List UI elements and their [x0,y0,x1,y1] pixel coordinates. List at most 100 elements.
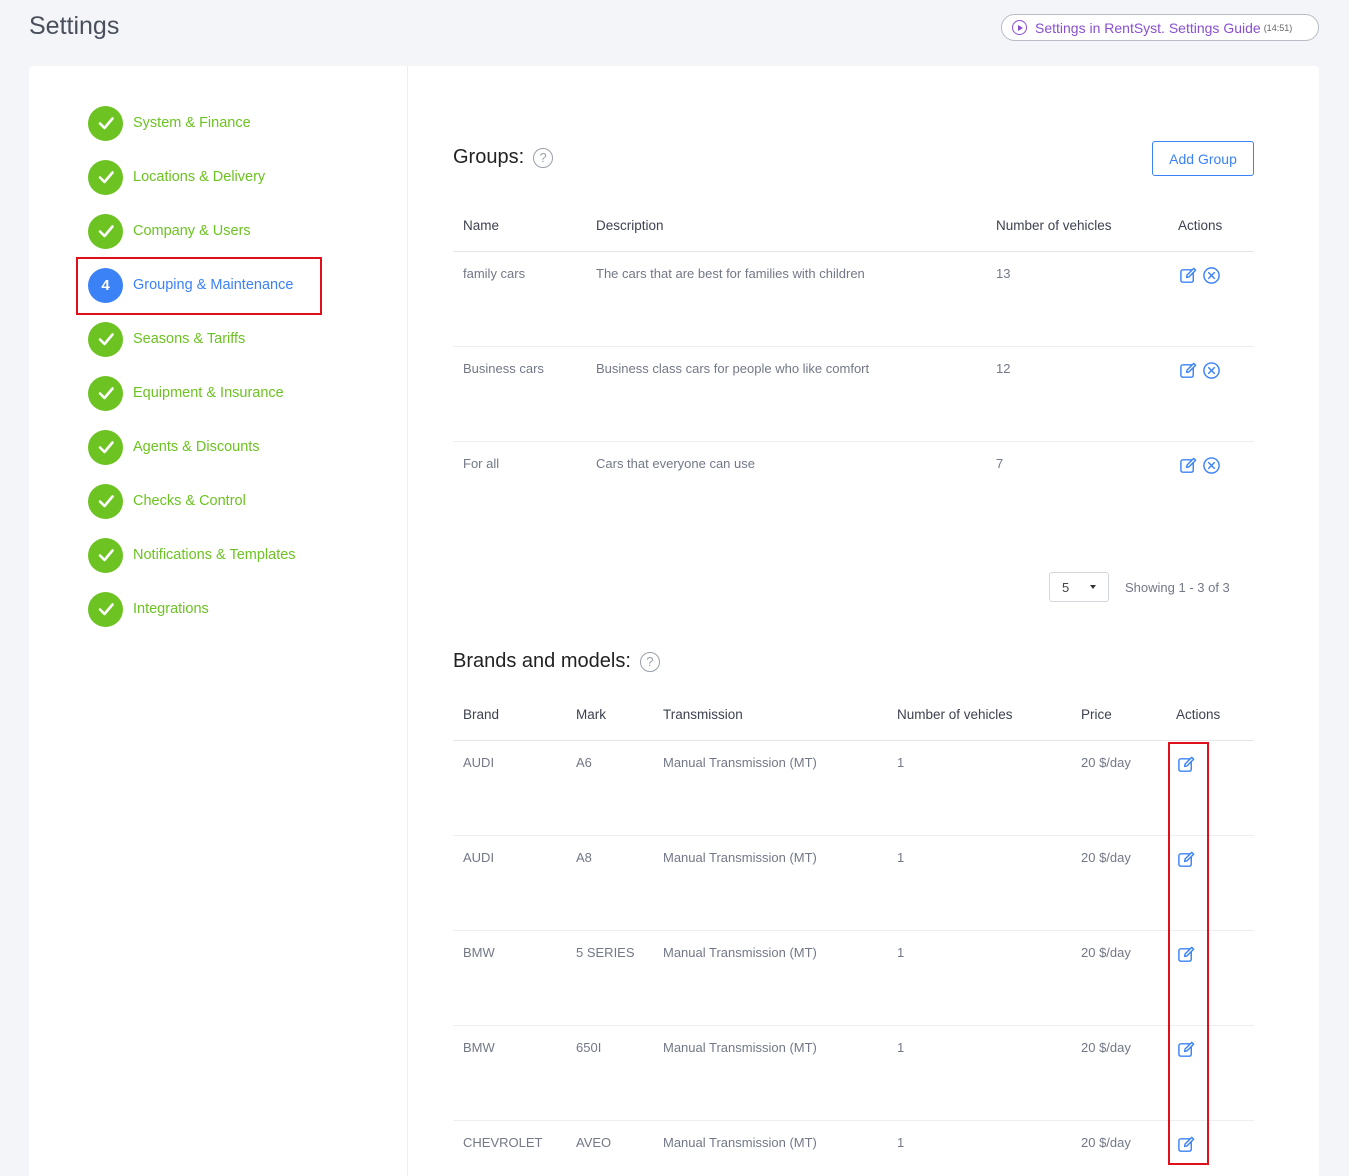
transmission-cell: Manual Transmission (MT) [663,1134,817,1150]
table-header-row: Name Description Number of vehicles Acti… [453,200,1254,252]
page-size-value: 5 [1062,579,1070,595]
table-row: AUDI A6 Manual Transmission (MT) 1 20 $/… [453,740,1254,836]
column-header-description[interactable]: Description [586,200,986,252]
delete-icon[interactable] [1202,266,1222,286]
groups-title: Groups: ? [453,146,554,169]
sidebar-step-agents-discounts[interactable]: Agents & Discounts [88,429,260,465]
table-row: CHEVROLET AVEO Manual Transmission (MT) … [453,1120,1254,1176]
edit-icon[interactable] [1176,1135,1196,1155]
help-icon[interactable]: ? [639,651,660,672]
column-header-vehicles[interactable]: Number of vehicles [986,200,1168,252]
group-description: Cars that everyone can use [596,455,755,471]
settings-card: System & Finance Locations & Delivery Co… [29,66,1319,1176]
group-name: For all [463,455,500,471]
table-header-row: Brand Mark Transmission Number of vehicl… [453,689,1254,741]
edit-icon[interactable] [1176,850,1196,870]
group-name: family cars [453,251,586,347]
check-icon [88,213,123,249]
table-row: BMW 5 SERIES Manual Transmission (MT) 1 … [453,930,1254,1026]
check-icon [88,105,123,141]
column-header-actions: Actions [1168,200,1254,252]
check-icon [88,321,123,357]
check-icon [88,429,123,465]
edit-icon[interactable] [1176,1040,1196,1060]
group-description: The cars that are best for families with… [586,251,986,347]
help-icon[interactable]: ? [533,147,554,168]
vehicles-cell: 1 [887,1025,1071,1121]
sidebar-step-company-users[interactable]: Company & Users [88,213,251,249]
sidebar-step-seasons-tariffs[interactable]: Seasons & Tariffs [88,321,245,357]
column-header-transmission[interactable]: Transmission [653,689,887,741]
row-actions [1166,740,1254,836]
mark-cell: 650I [566,1025,653,1121]
page-title: Settings [29,12,120,40]
settings-sidebar: System & Finance Locations & Delivery Co… [29,66,408,1176]
sidebar-step-integrations[interactable]: Integrations [88,591,209,627]
add-group-button[interactable]: Add Group [1152,141,1254,176]
check-icon [88,591,123,627]
column-header-brand[interactable]: Brand [453,689,566,741]
edit-icon[interactable] [1176,945,1196,965]
delete-icon[interactable] [1202,456,1222,476]
sidebar-step-system-finance[interactable]: System & Finance [88,105,251,141]
settings-guide-link[interactable]: Settings in RentSyst. Settings Guide (14… [1001,14,1319,41]
sidebar-step-label: Agents & Discounts [133,439,260,455]
check-icon [88,159,123,195]
row-actions [1166,930,1254,1026]
column-header-actions: Actions [1166,689,1254,741]
mark-cell: 5 SERIES [566,930,653,1026]
mark-cell: A8 [566,835,653,931]
group-description: Business class cars for people who like … [586,346,986,442]
column-header-price[interactable]: Price [1071,689,1166,741]
transmission-cell: Manual Transmission (MT) [653,740,887,836]
check-icon [88,483,123,519]
sidebar-step-label: Equipment & Insurance [133,385,284,401]
group-vehicles: 12 [986,346,1168,442]
brands-title-text: Brands and models: [453,650,631,672]
groups-pagination: 5 Showing 1 - 3 of 3 [1049,572,1230,602]
page-size-select[interactable]: 5 [1049,572,1109,602]
sidebar-step-label: Locations & Delivery [133,169,266,185]
sidebar-step-label: Integrations [133,601,209,617]
sidebar-step-label: Company & Users [133,223,251,239]
edit-icon[interactable] [1178,361,1198,381]
column-header-vehicles[interactable]: Number of vehicles [887,689,1071,741]
column-header-name[interactable]: Name [453,200,586,252]
vehicles-cell: 1 [897,1134,905,1150]
step-number-badge: 4 [88,267,123,303]
sidebar-step-checks-control[interactable]: Checks & Control [88,483,246,519]
sidebar-step-locations-delivery[interactable]: Locations & Delivery [88,159,265,195]
row-actions [1168,346,1254,442]
price-cell: 20 $/day [1071,1025,1166,1121]
brands-title: Brands and models: ? [453,650,660,673]
sidebar-step-equipment-insurance[interactable]: Equipment & Insurance [88,375,284,411]
price-cell: 20 $/day [1071,835,1166,931]
vehicles-cell: 1 [887,740,1071,836]
guide-duration: (14:51) [1263,22,1293,33]
delete-icon[interactable] [1202,361,1222,381]
check-icon [88,537,123,573]
sidebar-step-label: Seasons & Tariffs [133,331,246,347]
vehicles-cell: 1 [887,930,1071,1026]
row-actions [1168,441,1254,536]
sidebar-step-grouping-maintenance[interactable]: 4 Grouping & Maintenance [88,267,293,303]
edit-icon[interactable] [1178,456,1198,476]
brands-table: Brand Mark Transmission Number of vehicl… [453,689,1254,1176]
play-icon [1012,20,1027,35]
sidebar-step-notifications-templates[interactable]: Notifications & Templates [88,537,296,573]
table-row: family cars The cars that are best for f… [453,251,1254,347]
group-vehicles: 13 [986,251,1168,347]
mark-cell: AVEO [576,1134,612,1150]
row-actions [1168,251,1254,347]
pagination-status: Showing 1 - 3 of 3 [1125,579,1230,595]
groups-table: Name Description Number of vehicles Acti… [453,200,1254,536]
sidebar-step-label: Notifications & Templates [133,547,296,563]
price-cell: 20 $/day [1081,1134,1131,1150]
column-header-mark[interactable]: Mark [566,689,653,741]
groups-title-text: Groups: [453,146,525,168]
group-vehicles: 7 [996,455,1004,471]
group-name: Business cars [453,346,586,442]
edit-icon[interactable] [1178,266,1198,286]
edit-icon[interactable] [1176,755,1196,775]
row-actions [1166,1025,1254,1121]
